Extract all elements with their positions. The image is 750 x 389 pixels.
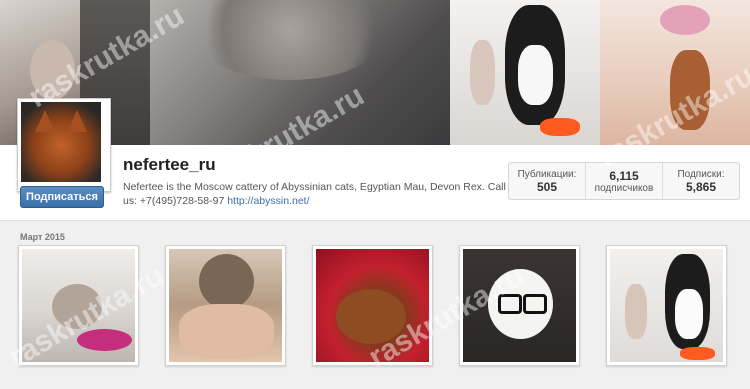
photo-grid <box>18 245 727 366</box>
stat-label: Публикации: <box>517 168 577 180</box>
photo-image <box>610 249 723 362</box>
stat-value: 6,115 <box>609 168 639 183</box>
photo-image <box>22 249 135 362</box>
photo-tile[interactable] <box>312 245 433 366</box>
stat-following[interactable]: Подписки: 5,865 <box>663 163 739 199</box>
month-header: Март 2015 <box>20 232 65 242</box>
stat-value: 505 <box>536 179 558 194</box>
stat-label: подписчиков <box>594 182 654 194</box>
follow-button[interactable]: Подписаться <box>20 186 104 208</box>
stat-label: Подписки: <box>677 168 725 180</box>
avatar-image <box>21 102 101 182</box>
avatar[interactable] <box>17 98 111 192</box>
bio-link[interactable]: http://abyssin.net/ <box>227 195 309 207</box>
photo-tile[interactable] <box>165 245 286 366</box>
bio-text: Nefertee is the Moscow cattery of Abyssi… <box>123 181 506 207</box>
stats-box: Публикации: 505 6,115 подписчиков Подпис… <box>508 162 740 200</box>
username: nefertee_ru <box>123 155 216 174</box>
cover-photo <box>600 0 750 145</box>
bio: Nefertee is the Moscow cattery of Abyssi… <box>123 180 513 208</box>
stat-followers[interactable]: 6,115 подписчиков <box>586 163 663 199</box>
photo-image <box>169 249 282 362</box>
photo-image <box>463 249 576 362</box>
cover-photo <box>450 0 600 145</box>
stat-value: 5,865 <box>685 179 717 194</box>
photo-tile[interactable] <box>606 245 727 366</box>
photo-image <box>316 249 429 362</box>
photo-tile[interactable] <box>459 245 580 366</box>
cover-photo-strip <box>0 0 750 145</box>
cover-photo <box>150 0 450 145</box>
photo-tile[interactable] <box>18 245 139 366</box>
stat-posts[interactable]: Публикации: 505 <box>509 163 586 199</box>
